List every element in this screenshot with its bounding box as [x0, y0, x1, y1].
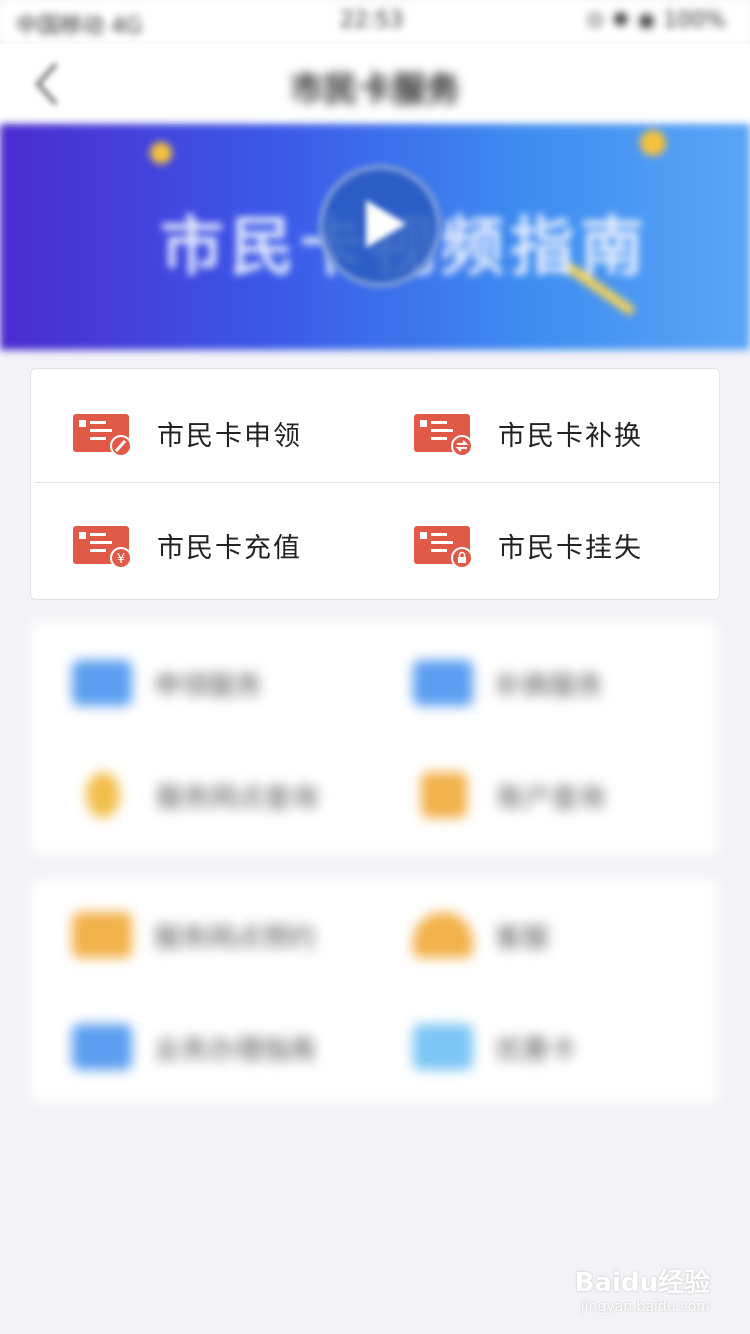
card-report-loss-icon	[414, 526, 473, 568]
secondary-service-item[interactable]: 客服	[371, 900, 671, 970]
status-indicators: ⊙ ✱ ◉ 100%	[586, 8, 726, 33]
secondary-service-item[interactable]: 业务办理指南	[30, 1012, 330, 1082]
customer-service-icon	[413, 912, 473, 958]
service-label: 服务网点预约	[154, 922, 316, 954]
play-icon[interactable]	[318, 164, 442, 288]
card-recharge-icon: ¥	[73, 526, 132, 568]
guide-icon	[72, 1024, 132, 1070]
carrier-label: 中国移动 4G	[16, 14, 143, 39]
service-label: 市民卡充值	[157, 532, 302, 564]
banner-decoration	[640, 130, 666, 156]
secondary-services-card: 申领服务 补换服务 服务网点查询 账户查询	[30, 622, 718, 854]
location-icon	[86, 772, 120, 818]
service-label: 补换服务	[495, 670, 603, 702]
service-label: 服务网点查询	[156, 782, 318, 814]
card-apply-icon	[73, 414, 132, 456]
service-label: 账户查询	[497, 782, 605, 814]
other-services-card: 服务网点预约 客服 业务办理指南 优惠卡	[30, 880, 718, 1102]
page-title: 市民卡服务	[290, 70, 460, 110]
divider	[35, 482, 719, 483]
card-replace-icon	[414, 414, 473, 456]
card-icon	[72, 660, 132, 706]
service-label: 优惠卡	[495, 1034, 576, 1066]
service-card-replace[interactable]: 市民卡补换	[372, 393, 672, 473]
service-label: 业务办理指南	[154, 1034, 316, 1066]
service-card-recharge[interactable]: ¥ 市民卡充值	[31, 505, 331, 585]
service-label: 市民卡挂失	[498, 532, 643, 564]
account-icon	[421, 772, 467, 818]
secondary-service-item[interactable]: 服务网点查询	[30, 760, 330, 830]
nav-header: 市民卡服务	[0, 44, 750, 124]
svg-text:¥: ¥	[117, 552, 125, 567]
main-services-card: 市民卡申领 市民卡补换 ¥ 市民卡充值 市民卡挂失	[30, 368, 720, 600]
secondary-service-item[interactable]: 补换服务	[371, 648, 671, 718]
service-label: 市民卡申领	[157, 420, 302, 452]
secondary-service-item[interactable]: 账户查询	[371, 760, 671, 830]
secondary-service-item[interactable]: 优惠卡	[371, 1012, 671, 1082]
status-bar: 中国移动 4G 22:53 ⊙ ✱ ◉ 100%	[0, 0, 750, 44]
banner-decoration	[150, 142, 172, 164]
secondary-service-item[interactable]: 服务网点预约	[30, 900, 330, 970]
service-label: 市民卡补换	[498, 420, 643, 452]
watermark-sub: jingyan.baidu.com	[580, 1299, 710, 1315]
baidu-watermark: Baidu经验 jingyan.baidu.com	[575, 1262, 710, 1315]
secondary-service-item[interactable]: 申领服务	[30, 648, 330, 718]
service-label: 申领服务	[154, 670, 262, 702]
service-label: 客服	[495, 922, 549, 954]
watermark-main: Baidu经验	[574, 1268, 710, 1298]
card-icon	[413, 660, 473, 706]
service-card-apply[interactable]: 市民卡申领	[31, 393, 331, 473]
status-time: 22:53	[340, 8, 404, 33]
service-card-report-loss[interactable]: 市民卡挂失	[372, 505, 672, 585]
discount-card-icon	[413, 1024, 473, 1070]
appointment-icon	[72, 912, 132, 958]
